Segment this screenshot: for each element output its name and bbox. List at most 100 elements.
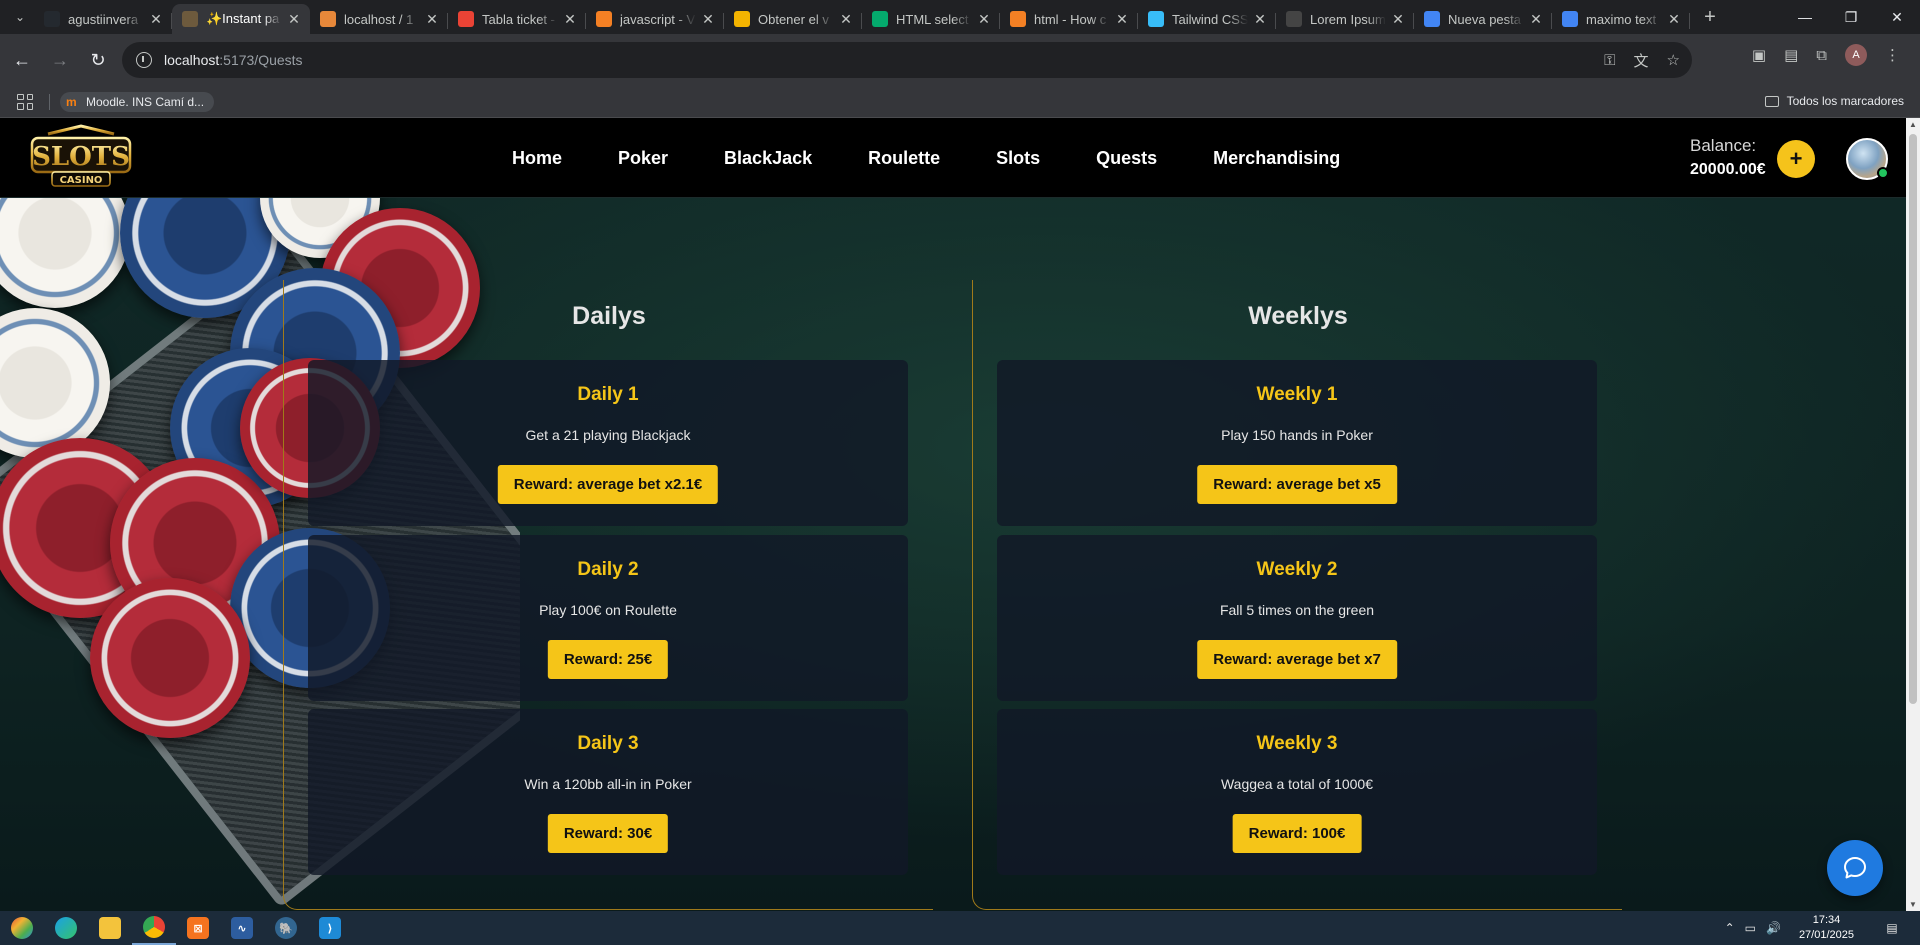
puzzle-icon[interactable]: ⧉ [1816, 47, 1827, 64]
close-tab-icon[interactable]: ✕ [1528, 11, 1544, 28]
taskbar-wireshark[interactable]: ∿ [220, 911, 264, 945]
new-tab-button[interactable]: + [1696, 3, 1724, 31]
close-tab-icon[interactable]: ✕ [1666, 11, 1682, 28]
close-tab-icon[interactable]: ✕ [424, 11, 440, 28]
quest-card: Daily 3 Win a 120bb all-in in Poker Rewa… [308, 709, 908, 875]
quest-card: Weekly 3 Waggea a total of 1000€ Reward:… [997, 709, 1597, 875]
quest-reward-button[interactable]: Reward: average bet x5 [1197, 465, 1397, 504]
site-info-icon[interactable] [136, 52, 152, 68]
browser-tab[interactable]: javascript - V ✕ [586, 4, 724, 34]
scrollbar-thumb[interactable] [1909, 134, 1917, 704]
browser-tab[interactable]: Nueva pesta ✕ [1414, 4, 1552, 34]
minimize-button[interactable]: — [1782, 0, 1828, 34]
add-funds-button[interactable]: + [1777, 140, 1815, 178]
back-button[interactable]: ← [6, 44, 38, 76]
quest-description: Play 100€ on Roulette [539, 602, 677, 618]
menu-dots-icon[interactable]: ⋮ [1885, 46, 1900, 64]
apps-icon[interactable] [17, 93, 33, 110]
quest-reward-button[interactable]: Reward: 30€ [547, 814, 669, 853]
nav-link-slots[interactable]: Slots [996, 148, 1040, 169]
docs-icon [734, 11, 750, 27]
quest-reward-button[interactable]: Reward: 25€ [547, 640, 669, 679]
tab-title: Nueva pesta [1448, 11, 1521, 27]
quest-reward-button[interactable]: Reward: average bet x7 [1197, 640, 1397, 679]
quest-card: Daily 2 Play 100€ on Roulette Reward: 25… [308, 535, 908, 701]
browser-tab[interactable]: Tabla ticket - ✕ [448, 4, 586, 34]
close-tab-icon[interactable]: ✕ [838, 11, 854, 28]
address-bar[interactable]: localhost:5173/Quests ⚿ 文 ☆ [122, 42, 1692, 78]
nav-link-poker[interactable]: Poker [618, 148, 668, 169]
tab-title: Obtener el v [758, 11, 829, 27]
window-controls: — ❐ ✕ [1782, 0, 1920, 34]
browser-tab[interactable]: ✨Instant pa ✕ [172, 4, 310, 34]
start-button[interactable] [0, 911, 44, 945]
close-tab-icon[interactable]: ✕ [148, 11, 164, 28]
chat-button[interactable] [1827, 840, 1883, 896]
quest-description: Win a 120bb all-in in Poker [524, 776, 692, 792]
tab-search-button[interactable]: ⌄ [6, 5, 34, 29]
nav-link-home[interactable]: Home [512, 148, 562, 169]
nav-link-merchandising[interactable]: Merchandising [1213, 148, 1340, 169]
close-tab-icon[interactable]: ✕ [562, 11, 578, 28]
close-tab-icon[interactable]: ✕ [1390, 11, 1406, 28]
all-bookmarks-button[interactable]: Todos los marcadores [1764, 94, 1904, 108]
nav-link-quests[interactable]: Quests [1096, 148, 1157, 169]
bookmark-moodle[interactable]: m Moodle. INS Camí d... [60, 91, 215, 112]
github-icon [44, 11, 60, 27]
taskbar-xampp[interactable]: ⊠ [176, 911, 220, 945]
close-tab-icon[interactable]: ✕ [1114, 11, 1130, 28]
taskbar-pgadmin[interactable]: 🐘 [264, 911, 308, 945]
balance-value: 20000.00€ [1690, 161, 1766, 178]
close-tab-icon[interactable]: ✕ [286, 11, 302, 28]
browser-tab[interactable]: Lorem Ipsum ✕ [1276, 4, 1414, 34]
browser-tab[interactable]: maximo text ✕ [1552, 4, 1690, 34]
taskbar-edge[interactable] [44, 911, 88, 945]
browser-tab[interactable]: agustiinvera ✕ [34, 4, 172, 34]
nav-link-roulette[interactable]: Roulette [868, 148, 940, 169]
close-tab-icon[interactable]: ✕ [976, 11, 992, 28]
extension-icon[interactable]: ▣ [1752, 46, 1766, 64]
quest-reward-button[interactable]: Reward: 100€ [1232, 814, 1362, 853]
scroll-down-icon[interactable]: ▼ [1909, 900, 1917, 909]
tab-title: agustiinvera [68, 11, 139, 27]
extension-icon[interactable]: ▤ [1784, 46, 1798, 64]
bookmark-star-icon[interactable]: ☆ [1667, 51, 1680, 69]
quest-reward-button[interactable]: Reward: average bet x2.1€ [497, 465, 719, 504]
chevron-down-icon: ⌄ [14, 10, 26, 24]
tab-title: Tailwind CSS [1172, 11, 1248, 27]
profile-avatar[interactable]: A [1845, 44, 1867, 66]
network-icon[interactable]: ▭ [1745, 921, 1756, 935]
system-tray: ⌃ ▭ 🔊 17:34 27/01/2025 ▤ [1725, 911, 1920, 945]
user-avatar[interactable] [1846, 138, 1889, 180]
taskbar-chrome[interactable] [132, 911, 176, 945]
gmail-icon [458, 11, 474, 27]
slots-casino-logo[interactable]: SLOTS CASINO [28, 124, 134, 192]
forward-button[interactable]: → [44, 44, 76, 76]
system-clock[interactable]: 17:34 27/01/2025 [1799, 913, 1854, 943]
nav-link-blackjack[interactable]: BlackJack [724, 148, 812, 169]
password-key-icon[interactable]: ⚿ [1604, 52, 1615, 69]
reload-button[interactable]: ↻ [82, 44, 114, 76]
volume-icon[interactable]: 🔊 [1766, 921, 1781, 935]
browser-tab[interactable]: html - How c ✕ [1000, 4, 1138, 34]
dailys-heading: Dailys [572, 302, 646, 330]
browser-tab[interactable]: localhost / 1 ✕ [310, 4, 448, 34]
restore-button[interactable]: ❐ [1828, 0, 1874, 34]
browser-tab[interactable]: Tailwind CSS ✕ [1138, 4, 1276, 34]
close-window-button[interactable]: ✕ [1874, 0, 1920, 34]
page-scrollbar[interactable]: ▲ ▼ [1906, 118, 1920, 911]
taskbar-file-explorer[interactable] [88, 911, 132, 945]
browser-tab[interactable]: HTML select ✕ [862, 4, 1000, 34]
arrow-right-icon: → [51, 49, 69, 70]
taskbar-vscode[interactable]: ⟩ [308, 911, 352, 945]
close-tab-icon[interactable]: ✕ [1252, 11, 1268, 28]
google-icon [1562, 11, 1578, 27]
notifications-icon[interactable]: ▤ [1874, 921, 1910, 935]
chevron-up-icon[interactable]: ⌃ [1725, 921, 1735, 935]
browser-tab[interactable]: Obtener el v ✕ [724, 4, 862, 34]
scroll-up-icon[interactable]: ▲ [1909, 120, 1917, 129]
quest-title: Weekly 1 [1256, 384, 1338, 405]
translate-icon[interactable]: 文 [1634, 50, 1649, 71]
weeklys-column: Weeklys Weekly 1 Play 150 hands in Poker… [972, 280, 1622, 910]
close-tab-icon[interactable]: ✕ [700, 11, 716, 28]
